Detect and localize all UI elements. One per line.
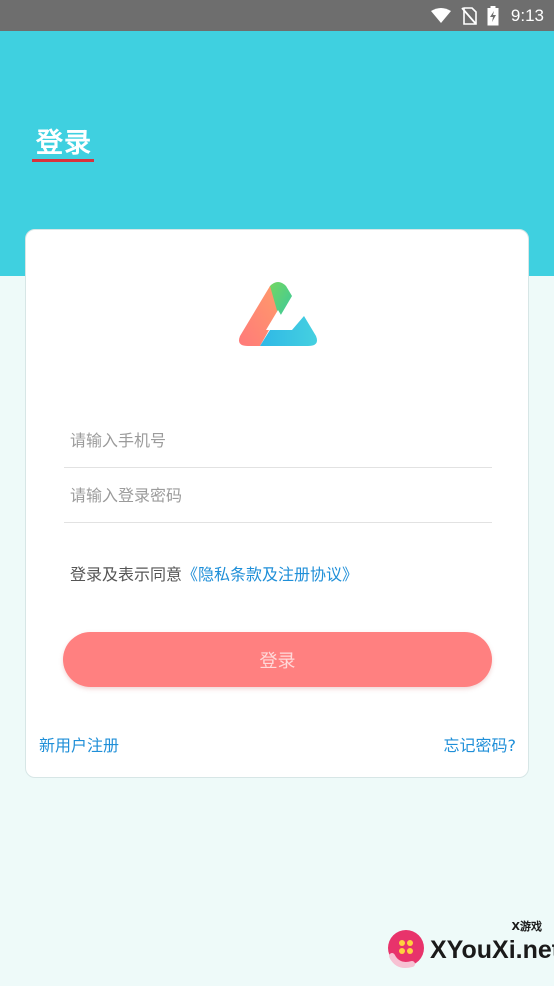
no-sim-icon bbox=[461, 6, 477, 25]
gamepad-icon bbox=[388, 930, 424, 968]
password-input[interactable] bbox=[70, 469, 490, 521]
status-time: 9:13 bbox=[510, 5, 544, 25]
agreement-link[interactable]: 《隐私条款及注册协议》 bbox=[182, 565, 358, 584]
password-field bbox=[64, 469, 492, 523]
register-link[interactable]: 新用户注册 bbox=[39, 732, 119, 756]
login-screen: 9:13 登录 请输入手机号 登录及表示同意《隐私条款及注册协议》 登录 新用户… bbox=[0, 0, 554, 986]
app-logo bbox=[238, 280, 318, 354]
agreement-prefix: 登录及表示同意 bbox=[70, 565, 183, 584]
title-underline bbox=[32, 159, 94, 162]
status-bar: 9:13 bbox=[0, 0, 554, 31]
phone-input[interactable] bbox=[70, 414, 490, 466]
login-card: 登录及表示同意《隐私条款及注册协议》 登录 新用户注册 忘记密码? bbox=[25, 229, 529, 778]
login-button[interactable]: 登录 bbox=[63, 632, 492, 687]
phone-field bbox=[64, 414, 492, 468]
watermark: X游戏 XYouXi.net bbox=[386, 920, 554, 974]
page-title: 登录 bbox=[36, 128, 92, 159]
battery-charging-icon bbox=[487, 5, 499, 26]
forgot-password-link[interactable]: 忘记密码? bbox=[444, 732, 517, 756]
agreement-text: 登录及表示同意《隐私条款及注册协议》 bbox=[70, 561, 358, 585]
wifi-icon bbox=[430, 7, 451, 24]
watermark-text: XYouXi.net bbox=[430, 936, 554, 964]
watermark-small-text: X游戏 bbox=[511, 920, 542, 933]
